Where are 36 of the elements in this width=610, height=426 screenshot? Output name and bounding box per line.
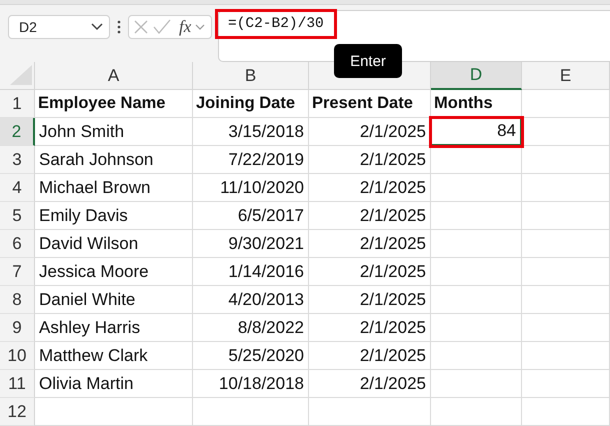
table-cell: Olivia Martin xyxy=(35,370,193,398)
table-cell: Matthew Clark xyxy=(35,342,193,370)
table-cell: 2/1/2025 xyxy=(309,258,431,286)
table-cell: 2/1/2025 xyxy=(309,314,431,342)
table-cell: Emily Davis xyxy=(35,202,193,230)
table-cell: 2/1/2025 xyxy=(309,286,431,314)
table-cell: Jessica Moore xyxy=(35,258,193,286)
table-cell: 3/15/2018 xyxy=(193,118,309,146)
table-cell: 2/1/2025 xyxy=(309,370,431,398)
active-cell: 84 xyxy=(431,118,522,146)
table-cell: Employee Name xyxy=(35,90,193,118)
table-cell: 7/22/2019 xyxy=(193,146,309,174)
table-cell: 6/5/2017 xyxy=(193,202,309,230)
table-cell: 2/1/2025 xyxy=(309,174,431,202)
table-cell: Present Date xyxy=(309,90,431,118)
table-cell: 5/25/2020 xyxy=(193,342,309,370)
table-cell: 2/1/2025 xyxy=(309,146,431,174)
table-cell: 8/8/2022 xyxy=(193,314,309,342)
table-cell: Ashley Harris xyxy=(35,314,193,342)
table-cell: 10/18/2018 xyxy=(193,370,309,398)
table-cell: Joining Date xyxy=(193,90,309,118)
table-cell: Months xyxy=(431,90,522,118)
table-cell: Daniel White xyxy=(35,286,193,314)
table-cell: 1/14/2016 xyxy=(193,258,309,286)
table-cell: David Wilson xyxy=(35,230,193,258)
table-cell: 2/1/2025 xyxy=(309,118,431,146)
table-cell: 9/30/2021 xyxy=(193,230,309,258)
table-cell: John Smith xyxy=(35,118,193,146)
table-cell: Sarah Johnson xyxy=(35,146,193,174)
table-cell: 2/1/2025 xyxy=(309,342,431,370)
table-cell: Michael Brown xyxy=(35,174,193,202)
table-cell: 2/1/2025 xyxy=(309,230,431,258)
tooltip: Enter xyxy=(334,44,402,78)
table-cell: 2/1/2025 xyxy=(309,202,431,230)
table-cell: 11/10/2020 xyxy=(193,174,309,202)
table-cell: 4/20/2013 xyxy=(193,286,309,314)
